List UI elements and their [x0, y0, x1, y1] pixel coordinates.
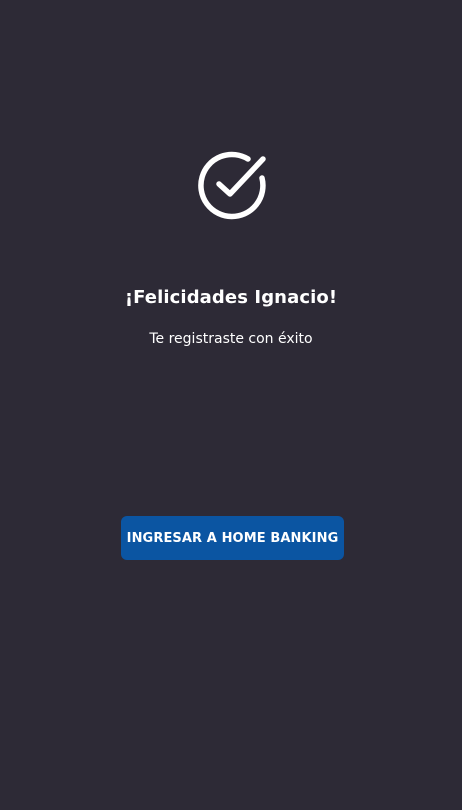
page-title: ¡Felicidades Ignacio! — [124, 287, 338, 308]
home-banking-button[interactable]: INGRESAR A HOME BANKING — [121, 516, 344, 560]
success-message: Te registraste con éxito — [149, 331, 313, 347]
success-screen: ¡Felicidades Ignacio! Te registraste con… — [0, 0, 462, 810]
check-circle-icon — [196, 148, 272, 220]
